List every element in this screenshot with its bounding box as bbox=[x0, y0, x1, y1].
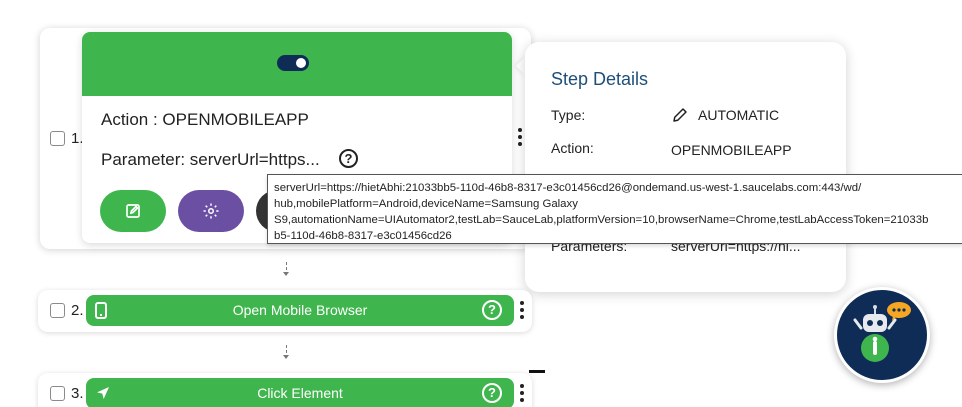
action-header bbox=[82, 32, 512, 96]
type-label: Type: bbox=[551, 107, 586, 123]
step-3-number: 3. bbox=[71, 385, 84, 402]
gear-icon bbox=[203, 203, 219, 219]
step-3-card: 3. Click Element ? bbox=[38, 373, 532, 407]
pencil-icon bbox=[673, 108, 687, 122]
action-text: Action : OPENMOBILEAPP bbox=[101, 110, 309, 129]
step-2-number: 2. bbox=[71, 302, 84, 319]
chatbot-button[interactable] bbox=[834, 287, 930, 383]
connector-2-3 bbox=[283, 345, 289, 359]
edit-icon bbox=[126, 204, 140, 218]
settings-step-button[interactable] bbox=[178, 190, 244, 232]
step-1-menu-icon[interactable] bbox=[518, 128, 522, 146]
action-value: OPENMOBILEAPP bbox=[671, 142, 792, 158]
parameter-tooltip: serverUrl=https://hietAbhi:21033bb5-110d… bbox=[267, 174, 962, 244]
robot-icon bbox=[853, 302, 911, 362]
step-2-card: 2. Open Mobile Browser ? bbox=[38, 290, 532, 332]
step-details-panel: Step Details Type: AUTOMATIC Action: OPE… bbox=[525, 42, 846, 292]
step-2-title: Open Mobile Browser bbox=[232, 302, 368, 318]
step-2-help-icon[interactable]: ? bbox=[482, 300, 502, 320]
details-title: Step Details bbox=[551, 69, 649, 89]
step-3-help-icon[interactable]: ? bbox=[482, 383, 502, 403]
step-3-checkbox[interactable] bbox=[50, 386, 65, 401]
connector-1-2 bbox=[283, 262, 289, 276]
step-enabled-toggle[interactable] bbox=[277, 55, 309, 71]
step-3-bar[interactable]: Click Element ? bbox=[86, 378, 514, 407]
drag-handle[interactable] bbox=[529, 370, 545, 373]
edit-step-button[interactable] bbox=[100, 190, 166, 232]
parameter-help-icon[interactable]: ? bbox=[339, 149, 358, 168]
parameter-text[interactable]: Parameter: serverUrl=https... bbox=[101, 150, 320, 170]
step-2-bar[interactable]: Open Mobile Browser ? bbox=[86, 295, 514, 326]
step-2-menu-icon[interactable] bbox=[520, 301, 524, 319]
step-1-checkbox[interactable] bbox=[50, 131, 65, 146]
action-label: Action: bbox=[551, 140, 594, 156]
step-3-menu-icon[interactable] bbox=[520, 384, 524, 402]
step-3-title: Click Element bbox=[257, 385, 343, 401]
type-value: AUTOMATIC bbox=[698, 107, 780, 123]
step-2-checkbox[interactable] bbox=[50, 303, 65, 318]
